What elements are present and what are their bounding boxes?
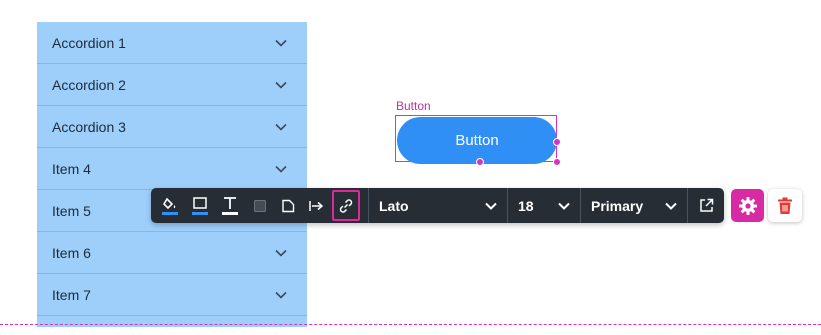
accordion-item-label: Item 7 <box>52 286 91 303</box>
button-style-value: Primary <box>591 197 644 214</box>
alignment-button[interactable] <box>303 192 329 219</box>
canvas-button[interactable]: Button <box>397 117 557 164</box>
chevron-down-icon <box>485 202 497 210</box>
accordion-item-6[interactable]: Item 6 <box>37 232 307 274</box>
border-box-icon <box>192 196 208 215</box>
accordion-item-4[interactable]: Item 4 <box>37 148 307 190</box>
accordion-item-label: Item 4 <box>52 160 91 177</box>
external-link-icon <box>699 198 713 212</box>
canvas-boundary-guide <box>0 324 821 325</box>
font-size-select[interactable]: 18 <box>508 188 580 223</box>
font-family-select[interactable]: Lato <box>369 188 507 223</box>
button-style-select[interactable]: Primary <box>581 188 687 223</box>
chevron-down-icon <box>558 202 570 210</box>
accordion: Accordion 1 Accordion 2 Accordion 3 Item… <box>37 22 307 327</box>
fill-color-button[interactable] <box>157 192 183 219</box>
chevron-down-icon <box>275 165 287 173</box>
shadow-button[interactable] <box>247 192 273 219</box>
accordion-item-7[interactable]: Item 7 <box>37 274 307 316</box>
open-external-button[interactable] <box>693 192 719 219</box>
shape-button[interactable] <box>275 192 301 219</box>
accordion-item-label: Item 5 <box>52 202 91 219</box>
chevron-down-icon <box>275 39 287 47</box>
align-left-bar-icon <box>309 200 324 211</box>
resize-handle-corner[interactable] <box>553 158 561 166</box>
font-family-value: Lato <box>379 197 409 214</box>
element-caption: Button <box>396 99 431 113</box>
font-size-value: 18 <box>518 197 534 214</box>
paint-bucket-icon <box>162 197 178 215</box>
accordion-item-label: Item 6 <box>52 244 91 261</box>
square-icon <box>254 199 266 212</box>
gear-icon <box>738 196 757 215</box>
trash-icon <box>778 197 792 214</box>
chevron-down-icon <box>275 123 287 131</box>
folded-corner-icon <box>282 199 295 212</box>
text-color-button[interactable] <box>217 192 243 219</box>
link-button[interactable] <box>332 190 360 221</box>
border-color-button[interactable] <box>187 192 213 219</box>
chevron-down-icon <box>665 202 677 210</box>
accordion-item-3[interactable]: Accordion 3 <box>37 106 307 148</box>
element-toolbar: Lato 18 Primary <box>151 188 724 223</box>
accordion-item-2[interactable]: Accordion 2 <box>37 64 307 106</box>
delete-button[interactable] <box>768 189 802 222</box>
accordion-item-label: Accordion 1 <box>52 34 126 51</box>
settings-button[interactable] <box>731 189 764 222</box>
resize-handle-right[interactable] <box>553 138 561 146</box>
chevron-down-icon <box>275 249 287 257</box>
accordion-item-label: Accordion 3 <box>52 118 126 135</box>
chevron-down-icon <box>275 291 287 299</box>
accordion-item-1[interactable]: Accordion 1 <box>37 22 307 64</box>
chevron-down-icon <box>275 81 287 89</box>
resize-handle-bottom[interactable] <box>476 158 484 166</box>
link-icon <box>339 198 353 213</box>
toolbar-divider <box>687 188 688 223</box>
accordion-item-label: Accordion 2 <box>52 76 126 93</box>
text-color-icon <box>222 196 238 215</box>
